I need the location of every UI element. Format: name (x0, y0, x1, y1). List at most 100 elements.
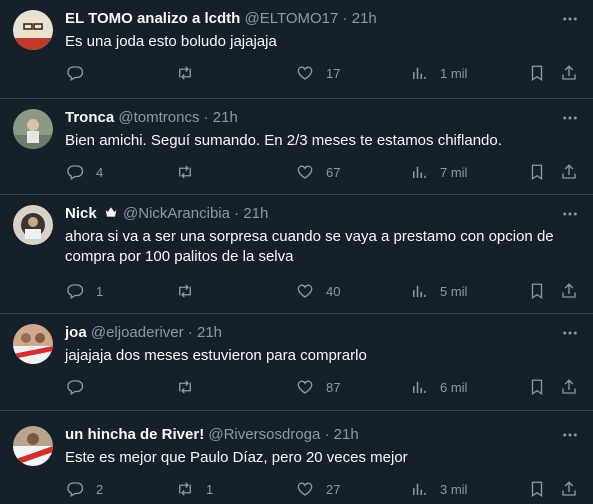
like-button[interactable]: 67 (296, 162, 340, 182)
like-button[interactable]: 87 (296, 377, 340, 397)
display-name[interactable]: Nick (65, 205, 97, 222)
avatar[interactable] (13, 426, 53, 466)
share-icon (562, 379, 576, 394)
more-icon[interactable] (561, 426, 579, 444)
share-button[interactable] (560, 281, 578, 301)
tweet-header: Nick @NickArancibia · 21h (65, 204, 268, 226)
tweet-text: Este es mejor que Paulo Díaz, pero 20 ve… (65, 449, 408, 466)
more-icon[interactable] (561, 324, 579, 342)
reply-button[interactable]: 4 (66, 162, 103, 182)
views-button[interactable]: 1 mil (410, 63, 467, 83)
display-name[interactable]: joa (65, 324, 87, 341)
tweet-header: joa @eljoaderiver · 21h (65, 323, 222, 343)
reply-icon (67, 66, 84, 81)
retweet-icon (179, 482, 191, 496)
avatar[interactable] (13, 324, 53, 364)
display-name[interactable]: EL TOMO analizo a lcdth (65, 10, 240, 27)
share-button[interactable] (560, 63, 578, 83)
views-icon (413, 381, 426, 393)
retweet-button[interactable] (176, 377, 206, 397)
tweet-actions: 17 1 mil (60, 63, 579, 83)
tweet-text: jajajaja dos meses estuvieron para compr… (65, 347, 367, 364)
user-handle[interactable]: @ELTOMO17 (244, 10, 338, 27)
timestamp[interactable]: 21h (197, 324, 222, 341)
retweet-icon (179, 165, 191, 179)
retweet-count: 1 (206, 481, 214, 497)
like-count: 67 (326, 164, 341, 180)
retweet-button[interactable] (176, 162, 206, 182)
display-name[interactable]: un hincha de River! (65, 426, 204, 443)
avatar[interactable] (13, 10, 53, 50)
views-button[interactable]: 6 mil (410, 377, 467, 397)
share-icon (562, 164, 576, 179)
user-handle[interactable]: @tomtroncs (118, 109, 199, 126)
retweet-icon (179, 66, 191, 80)
bookmark-button[interactable] (528, 63, 546, 83)
share-icon (562, 283, 576, 298)
like-button[interactable]: 27 (296, 479, 340, 499)
display-name[interactable]: Tronca (65, 109, 114, 126)
views-count: 6 mil (440, 379, 468, 395)
views-count: 5 mil (440, 283, 468, 299)
tweet-actions: 87 6 mil (60, 377, 579, 397)
views-count: 1 mil (440, 65, 468, 81)
avatar[interactable] (13, 109, 53, 149)
separator-dot: · (203, 109, 209, 126)
reply-button[interactable] (66, 63, 96, 83)
reply-icon (67, 482, 84, 497)
timeline-feed: EL TOMO analizo a lcdth @ELTOMO17 · 21h … (0, 0, 593, 504)
like-icon (297, 66, 313, 80)
tweet-header: un hincha de River! @Riversosdroga · 21h (65, 425, 359, 445)
user-handle[interactable]: @NickArancibia (123, 205, 230, 222)
bookmark-button[interactable] (528, 377, 546, 397)
bookmark-icon (531, 65, 543, 82)
reply-button[interactable] (66, 377, 96, 397)
bookmark-button[interactable] (528, 479, 546, 499)
separator-dot: · (234, 205, 240, 222)
share-button[interactable] (560, 377, 578, 397)
tweet[interactable]: un hincha de River! @Riversosdroga · 21h… (0, 411, 593, 504)
separator-dot: · (324, 426, 330, 443)
user-handle[interactable]: @eljoaderiver (91, 324, 184, 341)
like-icon (297, 284, 313, 298)
bookmark-button[interactable] (528, 162, 546, 182)
retweet-button[interactable] (176, 281, 206, 301)
share-button[interactable] (560, 479, 578, 499)
tweet[interactable]: joa @eljoaderiver · 21h jajajaja dos mes… (0, 314, 593, 411)
like-icon (297, 482, 313, 496)
more-icon[interactable] (561, 10, 579, 28)
reply-icon (67, 380, 84, 395)
retweet-button[interactable] (176, 63, 206, 83)
share-icon (562, 65, 576, 80)
views-button[interactable]: 7 mil (410, 162, 467, 182)
reply-button[interactable]: 1 (66, 281, 103, 301)
bookmark-button[interactable] (528, 281, 546, 301)
tweet-header: Tronca @tomtroncs · 21h (65, 108, 238, 128)
user-handle[interactable]: @Riversosdroga (208, 426, 320, 443)
more-icon[interactable] (561, 109, 579, 127)
reply-button[interactable]: 2 (66, 479, 103, 499)
like-count: 27 (326, 481, 341, 497)
tweet[interactable]: EL TOMO analizo a lcdth @ELTOMO17 · 21h … (0, 0, 593, 99)
tweet-actions: 2 1 27 3 mil (60, 479, 579, 499)
reply-count: 4 (96, 164, 104, 180)
timestamp[interactable]: 21h (213, 109, 238, 126)
like-count: 17 (326, 65, 341, 81)
bookmark-icon (531, 283, 543, 300)
views-button[interactable]: 5 mil (410, 281, 467, 301)
like-button[interactable]: 40 (296, 281, 340, 301)
views-button[interactable]: 3 mil (410, 479, 467, 499)
reply-count: 1 (96, 283, 104, 299)
timestamp[interactable]: 21h (352, 10, 377, 27)
like-button[interactable]: 17 (296, 63, 340, 83)
verified-badge-icon (103, 204, 119, 226)
retweet-button[interactable]: 1 (176, 479, 213, 499)
more-icon[interactable] (561, 205, 579, 223)
avatar[interactable] (13, 205, 53, 245)
share-button[interactable] (560, 162, 578, 182)
tweet[interactable]: Nick @NickArancibia · 21h ahora si va a … (0, 195, 593, 314)
tweet[interactable]: Tronca @tomtroncs · 21h Bien amichi. Seg… (0, 99, 593, 195)
timestamp[interactable]: 21h (334, 426, 359, 443)
timestamp[interactable]: 21h (243, 205, 268, 222)
tweet-text: ahora si va a ser una sorpresa cuando se… (65, 228, 554, 265)
